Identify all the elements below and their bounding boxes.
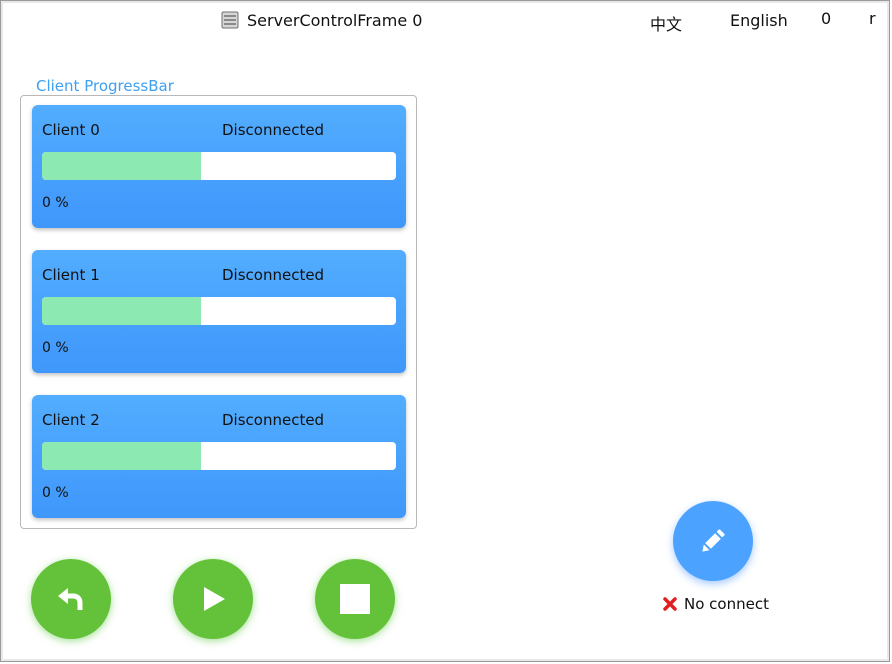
pencil-icon bbox=[702, 529, 725, 552]
window-title-text: ServerControlFrame 0 bbox=[247, 10, 423, 30]
undo-button[interactable] bbox=[31, 559, 111, 639]
language-chinese-link[interactable]: 中文 bbox=[650, 11, 682, 35]
client-progress-label: 0 % bbox=[42, 195, 69, 211]
header-extra-label: r bbox=[869, 9, 876, 28]
groupbox-title: Client ProgressBar bbox=[31, 77, 179, 95]
window-title: ServerControlFrame 0 bbox=[221, 9, 422, 31]
edit-button[interactable] bbox=[673, 501, 753, 581]
connection-status: No connect bbox=[662, 595, 769, 613]
client-name: Client 1 bbox=[42, 266, 100, 284]
client-progress-fill bbox=[42, 297, 202, 325]
client-status: Disconnected bbox=[222, 121, 325, 139]
client-card-2: Client 2 Disconnected 0 % bbox=[32, 395, 406, 518]
undo-arrow-icon bbox=[58, 588, 83, 610]
client-progress-fill bbox=[42, 442, 202, 470]
client-name: Client 0 bbox=[42, 121, 100, 139]
client-progress-bar bbox=[42, 442, 396, 470]
client-progress-bar bbox=[42, 152, 396, 180]
play-button[interactable] bbox=[173, 559, 253, 639]
client-status: Disconnected bbox=[222, 411, 325, 429]
connection-status-text: No connect bbox=[684, 595, 769, 613]
client-progress-label: 0 % bbox=[42, 485, 69, 501]
client-card-1: Client 1 Disconnected 0 % bbox=[32, 250, 406, 373]
client-card-0: Client 0 Disconnected 0 % bbox=[32, 105, 406, 228]
play-icon bbox=[204, 587, 225, 611]
client-name: Client 2 bbox=[42, 411, 100, 429]
client-status: Disconnected bbox=[222, 266, 325, 284]
stop-icon bbox=[340, 584, 370, 614]
server-icon bbox=[221, 11, 239, 29]
client-progress-fill bbox=[42, 152, 202, 180]
client-progress-bar bbox=[42, 297, 396, 325]
stop-button[interactable] bbox=[315, 559, 395, 639]
header-counter: 0 bbox=[821, 9, 832, 28]
client-progress-label: 0 % bbox=[42, 340, 69, 356]
x-mark-icon bbox=[663, 597, 677, 611]
language-english-link[interactable]: English bbox=[730, 11, 788, 30]
